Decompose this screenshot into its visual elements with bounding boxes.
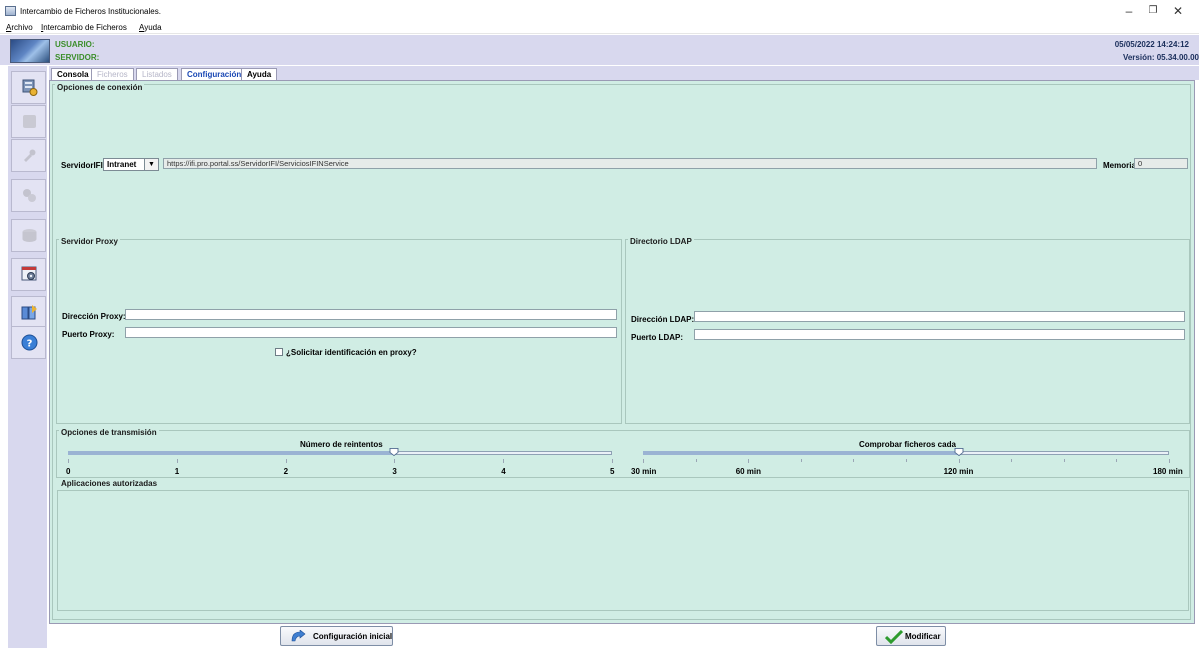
minimize-icon[interactable]: – bbox=[1116, 3, 1142, 19]
conexion-legend: Opciones de conexión bbox=[55, 83, 145, 92]
memoria-field: 0 bbox=[1134, 158, 1188, 169]
slider-tick bbox=[394, 459, 396, 463]
slider-tick-label: 2 bbox=[283, 467, 289, 476]
svg-text:?: ? bbox=[27, 339, 33, 350]
slider-minor-tick bbox=[853, 459, 855, 462]
settings-window-icon bbox=[21, 266, 37, 281]
proxy-puerto-label: Puerto Proxy: bbox=[62, 330, 115, 339]
aplicaciones-legend: Aplicaciones autorizadas bbox=[59, 479, 160, 488]
slider-tick bbox=[503, 459, 505, 463]
toolbar-button-herramientas[interactable] bbox=[11, 139, 46, 172]
ldap-direccion-input[interactable] bbox=[694, 311, 1185, 322]
slider-tick bbox=[68, 459, 69, 463]
slider-tick-label: 30 min bbox=[631, 467, 657, 476]
app-logo bbox=[10, 39, 50, 63]
servidor-label: SERVIDOR: bbox=[55, 53, 100, 62]
slider-tick-label: 120 min bbox=[943, 467, 974, 476]
server-config-icon bbox=[22, 79, 38, 96]
window-title: Intercambio de Ficheros Institucionales. bbox=[20, 7, 161, 16]
slider-fill bbox=[68, 451, 395, 455]
proxy-auth-label: ¿Solicitar identificación en proxy? bbox=[286, 348, 417, 357]
slider-tick-label: 60 min bbox=[735, 467, 762, 476]
reset-icon bbox=[291, 630, 306, 642]
slider-tick bbox=[748, 459, 750, 463]
menu-archivo[interactable]: Archivo bbox=[6, 23, 33, 32]
proxy-direccion-input[interactable] bbox=[125, 309, 617, 320]
app-icon bbox=[5, 6, 16, 16]
slider-tick-label: 180 min bbox=[1153, 467, 1183, 476]
slider-tick-label: 3 bbox=[392, 467, 397, 476]
slider-tick bbox=[1169, 459, 1170, 463]
menu-ayuda[interactable]: Ayuda bbox=[139, 23, 162, 32]
slider-tick-label: 0 bbox=[66, 467, 71, 476]
usuario-label: USUARIO: bbox=[55, 40, 95, 49]
proxy-auth-checkbox[interactable] bbox=[275, 348, 283, 356]
exchange-icon bbox=[21, 305, 37, 320]
slider-thumb[interactable] bbox=[954, 448, 964, 456]
servidor-tipo-select[interactable]: Intranet ▼ bbox=[103, 158, 159, 171]
toolbar-button-configuracion[interactable] bbox=[11, 258, 46, 291]
toolbar-button-ayuda[interactable]: ? bbox=[11, 326, 46, 359]
folder-icon bbox=[23, 115, 36, 128]
slider-track[interactable] bbox=[643, 451, 1169, 455]
slider-minor-tick bbox=[800, 459, 802, 462]
toolbar-button-ficheros[interactable] bbox=[11, 105, 46, 138]
slider-fill bbox=[643, 451, 959, 455]
slider-tick bbox=[643, 459, 644, 463]
slider-tick-label: 5 bbox=[610, 467, 615, 476]
gears-icon bbox=[23, 189, 36, 202]
check-icon bbox=[885, 630, 903, 644]
reintentos-slider[interactable]: 0 1 2 3 4 5 bbox=[66, 441, 614, 476]
transmision-legend: Opciones de transmisión bbox=[59, 428, 159, 437]
help-icon: ? bbox=[21, 334, 38, 351]
ldap-puerto-input[interactable] bbox=[694, 329, 1185, 340]
menu-bar bbox=[0, 22, 1199, 34]
menu-intercambio[interactable]: Intercambio de Ficheros bbox=[41, 23, 127, 32]
comprobar-slider[interactable]: 30 min 60 min 120 min 180 min bbox=[631, 441, 1183, 476]
slider-tick bbox=[176, 459, 178, 463]
ldap-legend: Directorio LDAP bbox=[628, 237, 694, 246]
title-bar bbox=[0, 0, 1199, 22]
header-band bbox=[0, 35, 1199, 65]
slider-thumb[interactable] bbox=[389, 448, 399, 456]
configuracion-inicial-button[interactable]: Configuración inicial bbox=[280, 626, 393, 646]
datetime: 05/05/2022 14:24:12 bbox=[1114, 40, 1189, 49]
chevron-down-icon[interactable]: ▼ bbox=[144, 159, 158, 170]
servidor-url-field[interactable]: https://ifi.pro.portal.ss/ServidorIFI/Se… bbox=[163, 158, 1097, 169]
slider-tick bbox=[285, 459, 287, 463]
toolbar-button-servidor[interactable] bbox=[11, 71, 46, 104]
slider-tick bbox=[612, 459, 613, 463]
proxy-puerto-input[interactable] bbox=[125, 327, 617, 338]
slider-tick bbox=[958, 459, 960, 463]
slider-minor-tick bbox=[695, 459, 697, 462]
slider-minor-tick bbox=[1063, 459, 1065, 462]
ldap-direccion-label: Dirección LDAP: bbox=[631, 315, 695, 324]
wrench-icon bbox=[24, 149, 36, 162]
slider-minor-tick bbox=[1116, 459, 1118, 462]
slider-minor-tick bbox=[1011, 459, 1013, 462]
proxy-direccion-label: Dirección Proxy: bbox=[62, 312, 126, 321]
toolbar-button-procesos[interactable] bbox=[11, 179, 46, 212]
servidor-ifi-label: ServidorIFI: bbox=[61, 161, 106, 170]
ldap-puerto-label: Puerto LDAP: bbox=[631, 333, 683, 342]
slider-track[interactable] bbox=[68, 451, 612, 455]
modificar-button[interactable]: Modificar bbox=[876, 626, 946, 646]
slider-tick-label: 1 bbox=[174, 467, 180, 476]
close-icon[interactable]: ✕ bbox=[1165, 3, 1191, 19]
disk-icon bbox=[22, 229, 37, 242]
aplicaciones-list[interactable] bbox=[57, 490, 1189, 611]
proxy-legend: Servidor Proxy bbox=[59, 237, 120, 246]
slider-tick-label: 4 bbox=[501, 467, 506, 476]
toolbar-button-intercambio[interactable] bbox=[11, 296, 46, 329]
toolbar-button-almacen[interactable] bbox=[11, 219, 46, 252]
slider-minor-tick bbox=[906, 459, 907, 462]
version-label: Versión: 05.34.00.00 bbox=[1122, 53, 1199, 62]
maximize-icon[interactable]: ❐ bbox=[1140, 3, 1166, 19]
